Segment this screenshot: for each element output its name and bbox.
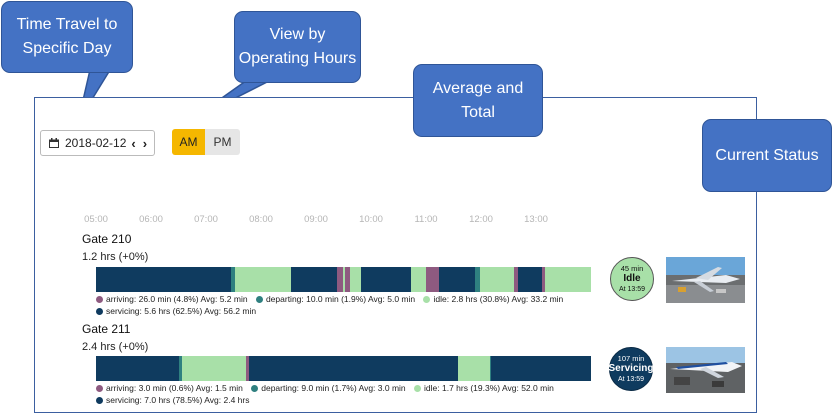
status-time: At 13:59 <box>618 286 646 293</box>
legend-departing: departing: 9.0 min (1.7%) Avg: 3.0 min <box>251 382 406 394</box>
time-axis-tick: 08:00 <box>249 214 273 225</box>
am-button[interactable]: AM <box>172 129 205 155</box>
gate-status-badge: 45 min Idle At 13:59 <box>610 257 654 301</box>
pm-button[interactable]: PM <box>205 129 240 155</box>
legend-idle-text: idle: 1.7 hrs (19.3%) Avg: 52.0 min <box>424 383 554 393</box>
calendar-icon[interactable] <box>49 138 59 148</box>
timeline-segment-servicing[interactable] <box>517 267 543 292</box>
timeline-segment-servicing[interactable] <box>290 267 337 292</box>
gate-legend: arriving: 3.0 min (0.6%) Avg: 1.5 min de… <box>96 382 560 406</box>
servicing-dot-icon <box>96 308 103 315</box>
servicing-dot-icon <box>96 397 103 404</box>
time-axis-tick: 06:00 <box>139 214 163 225</box>
timeline-segment-servicing[interactable] <box>360 267 412 292</box>
callout-time-travel-text: Time Travel to Specific Day <box>16 16 118 57</box>
gate-camera-thumbnail[interactable] <box>666 347 745 393</box>
prev-day-button[interactable]: ‹ <box>131 136 135 151</box>
time-axis-tick: 13:00 <box>524 214 548 225</box>
legend-servicing: servicing: 5.6 hrs (62.5%) Avg: 56.2 min <box>96 305 256 317</box>
legend-arriving: arriving: 3.0 min (0.6%) Avg: 1.5 min <box>96 382 243 394</box>
gate-status-badge: 107 min Servicing At 13:59 <box>608 347 654 391</box>
time-axis-tick: 09:00 <box>304 214 328 225</box>
callout-average-total: Average and Total <box>413 64 543 137</box>
gate-name: Gate 211 <box>82 322 131 336</box>
gate-camera-thumbnail[interactable] <box>666 257 745 303</box>
legend-servicing-text: servicing: 5.6 hrs (62.5%) Avg: 56.2 min <box>106 306 257 316</box>
callout-average-total-text: Average and Total <box>432 79 524 121</box>
legend-departing-text: departing: 9.0 min (1.7%) Avg: 3.0 min <box>261 383 406 393</box>
legend-servicing-text: servicing: 7.0 hrs (78.5%) Avg: 2.4 hrs <box>106 395 250 405</box>
status-minutes: 107 min <box>617 354 645 363</box>
gate-total: 1.2 hrs (+0%) <box>82 251 149 263</box>
legend-idle: idle: 2.8 hrs (30.8%) Avg: 33.2 min <box>423 293 563 305</box>
legend-idle: idle: 1.7 hrs (19.3%) Avg: 52.0 min <box>414 382 554 394</box>
departing-dot-icon <box>255 296 263 303</box>
arriving-dot-icon <box>96 385 103 392</box>
timeline-segment-idle[interactable] <box>457 356 490 381</box>
callout-view-hours: View by Operating Hours <box>234 11 361 83</box>
departing-dot-icon <box>251 385 259 392</box>
idle-dot-icon <box>414 385 422 392</box>
time-axis-tick: 10:00 <box>359 214 383 225</box>
time-axis: 05:00 06:00 07:00 08:00 09:00 10:00 11:00 12:00… <box>84 210 591 230</box>
callout-view-hours-text: View by Operating Hours <box>238 26 357 67</box>
legend-departing-text: departing: 10.0 min (1.9%) Avg: 5.0 min <box>265 294 416 304</box>
callout-current-status: Current Status <box>702 119 832 192</box>
gate-name: Gate 210 <box>82 232 132 246</box>
gate-timeline-bar <box>96 356 591 381</box>
timeline-segment-idle[interactable] <box>545 267 591 292</box>
callout-time-travel: Time Travel to Specific Day <box>1 1 133 73</box>
timeline-segment-idle[interactable] <box>480 267 514 292</box>
legend-servicing: servicing: 7.0 hrs (78.5%) Avg: 2.4 hrs <box>96 394 249 406</box>
timeline-segment-servicing[interactable] <box>438 267 476 292</box>
timeline-segment-servicing[interactable] <box>248 356 458 381</box>
status-time: At 13:59 <box>617 376 645 383</box>
time-axis-tick: 11:00 <box>414 214 438 225</box>
date-picker[interactable]: 2018-02-12 ‹ › <box>40 130 155 156</box>
timeline-segment-idle[interactable] <box>411 267 426 292</box>
time-axis-tick: 07:00 <box>194 214 218 225</box>
date-value[interactable]: 2018-02-12 <box>65 136 126 150</box>
timeline-segment-idle[interactable] <box>349 267 361 292</box>
status-minutes: 45 min <box>620 264 644 273</box>
timeline-segment-servicing[interactable] <box>491 356 495 381</box>
legend-arriving: arriving: 26.0 min (4.8%) Avg: 5.2 min <box>96 293 248 305</box>
time-axis-tick: 05:00 <box>84 214 108 225</box>
timeline-segment-servicing[interactable] <box>96 356 180 381</box>
status-state: Servicing <box>608 363 654 374</box>
arriving-dot-icon <box>96 296 103 303</box>
status-state: Idle <box>623 273 641 284</box>
gate-total: 2.4 hrs (+0%) <box>82 341 149 353</box>
time-axis-tick: 12:00 <box>469 214 493 225</box>
legend-arriving-text: arriving: 3.0 min (0.6%) Avg: 1.5 min <box>106 383 243 393</box>
gate-legend: arriving: 26.0 min (4.8%) Avg: 5.2 min d… <box>96 293 569 317</box>
callout-current-status-text: Current Status <box>715 146 819 164</box>
next-day-button[interactable]: › <box>143 136 147 151</box>
gate-timeline-bar <box>96 267 591 292</box>
legend-idle-text: idle: 2.8 hrs (30.8%) Avg: 33.2 min <box>433 294 564 304</box>
timeline-segment-idle[interactable] <box>235 267 291 292</box>
timeline-segment-idle[interactable] <box>182 356 247 381</box>
timeline-segment-servicing[interactable] <box>96 267 232 292</box>
timeline-segment-arriving[interactable] <box>425 267 439 292</box>
legend-arriving-text: arriving: 26.0 min (4.8%) Avg: 5.2 min <box>106 294 248 304</box>
legend-departing: departing: 10.0 min (1.9%) Avg: 5.0 min <box>255 293 416 305</box>
idle-dot-icon <box>423 296 431 303</box>
